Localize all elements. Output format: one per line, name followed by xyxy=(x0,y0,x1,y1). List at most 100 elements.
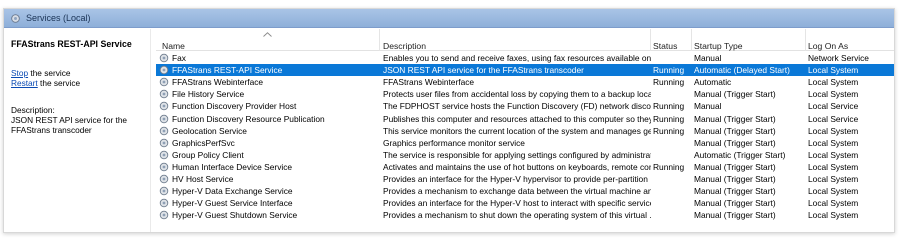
service-status-cell: Running xyxy=(653,77,685,88)
service-description-cell: Protects user files from accidental loss… xyxy=(383,89,651,100)
service-log-on-as-cell: Local System xyxy=(808,65,859,76)
column-divider[interactable] xyxy=(805,29,806,51)
service-description-cell: Enables you to send and receive faxes, u… xyxy=(383,53,651,63)
service-gear-icon xyxy=(159,77,169,87)
service-startup-type-cell: Manual xyxy=(694,53,722,63)
service-gear-icon xyxy=(159,174,169,184)
service-name-cell: FFAStrans REST-API Service xyxy=(172,65,283,76)
service-log-on-as-cell: Local Service xyxy=(808,101,859,112)
service-name-cell: HV Host Service xyxy=(172,174,234,184)
table-row[interactable]: GraphicsPerfSvc Graphics performance moni… xyxy=(156,137,894,149)
service-gear-icon xyxy=(159,65,169,75)
restart-service-link[interactable]: Restart xyxy=(11,78,38,88)
sort-ascending-icon xyxy=(263,32,272,37)
service-startup-type-cell: Manual (Trigger Start) xyxy=(694,125,776,136)
service-log-on-as-cell: Local System xyxy=(808,161,859,172)
service-log-on-as-cell: Local System xyxy=(808,89,859,100)
stop-service-suffix: the service xyxy=(28,68,71,78)
service-status-cell: Running xyxy=(653,101,685,112)
service-name-cell: Hyper-V Guest Shutdown Service xyxy=(172,210,298,221)
column-divider[interactable] xyxy=(691,29,692,51)
service-status-cell: Running xyxy=(653,125,685,136)
table-row[interactable]: Hyper-V Guest Shutdown Service Provides a… xyxy=(156,209,894,221)
service-status-cell: Running xyxy=(653,113,685,124)
service-description-cell: The service is responsible for applying … xyxy=(383,149,651,160)
service-gear-icon xyxy=(159,53,169,63)
restart-service-action: Restart the service xyxy=(11,78,80,88)
column-header-description[interactable]: Description xyxy=(383,41,426,51)
column-header-status[interactable]: Status xyxy=(653,41,677,51)
service-description-cell: Provides an interface for the Hyper-V hy… xyxy=(383,174,651,184)
service-startup-type-cell: Manual (Trigger Start) xyxy=(694,161,776,172)
service-gear-icon xyxy=(159,90,169,99)
service-name-cell: Human Interface Device Service xyxy=(172,161,293,172)
description-label: Description: xyxy=(11,105,55,115)
table-row[interactable]: Fax Enables you to send and receive faxes… xyxy=(156,52,894,64)
window-titlebar: Services (Local) xyxy=(4,9,894,28)
table-row[interactable]: FFAStrans REST-API Service JSON REST API … xyxy=(156,64,894,77)
service-description-cell: Provides a mechanism to shut down the op… xyxy=(383,210,651,221)
services-table: Name Description Status Startup Type Log… xyxy=(156,29,894,232)
service-gear-icon xyxy=(159,114,169,123)
service-status-cell: Running xyxy=(653,65,685,76)
table-header: Name Description Status Startup Type Log… xyxy=(156,29,894,51)
column-header-startup-type[interactable]: Startup Type xyxy=(694,41,743,51)
table-row[interactable]: File History Service Protects user files … xyxy=(156,88,894,100)
service-log-on-as-cell: Local Service xyxy=(808,113,859,124)
service-startup-type-cell: Manual (Trigger Start) xyxy=(694,198,776,209)
service-log-on-as-cell: Local System xyxy=(808,174,859,184)
service-log-on-as-cell: Local System xyxy=(808,149,859,160)
service-name-cell: GraphicsPerfSvc xyxy=(172,137,235,148)
service-name-cell: Fax xyxy=(172,53,186,63)
service-name-cell: Hyper-V Guest Service Interface xyxy=(172,198,293,209)
service-startup-type-cell: Manual (Trigger Start) xyxy=(694,210,776,221)
service-startup-type-cell: Manual (Trigger Start) xyxy=(694,113,776,124)
table-row[interactable]: Group Policy Client The service is respon… xyxy=(156,149,894,161)
service-description-cell: This service monitors the current locati… xyxy=(383,125,651,136)
table-row[interactable]: Human Interface Device Service Activates … xyxy=(156,161,894,173)
service-name-cell: File History Service xyxy=(172,89,245,100)
window-title: Services (Local) xyxy=(26,13,91,23)
service-startup-type-cell: Automatic (Trigger Start) xyxy=(694,149,786,160)
service-startup-type-cell: Manual (Trigger Start) xyxy=(694,137,776,148)
table-row[interactable]: Function Discovery Provider Host The FDPH… xyxy=(156,100,894,112)
service-log-on-as-cell: Local System xyxy=(808,125,859,136)
service-gear-icon xyxy=(159,162,169,172)
service-name-cell: Hyper-V Data Exchange Service xyxy=(172,186,293,197)
service-description-cell: Provides a mechanism to exchange data be… xyxy=(383,186,651,197)
stop-service-action: Stop the service xyxy=(11,68,71,78)
column-header-log-on-as[interactable]: Log On As xyxy=(808,41,848,51)
service-gear-icon xyxy=(159,186,169,196)
table-row[interactable]: Hyper-V Guest Service Interface Provides … xyxy=(156,197,894,209)
table-row[interactable]: Hyper-V Data Exchange Service Provides a … xyxy=(156,185,894,197)
service-description-cell: JSON REST API service for the FFAStrans … xyxy=(383,65,584,76)
service-name-cell: Group Policy Client xyxy=(172,149,244,160)
service-startup-type-cell: Manual (Trigger Start) xyxy=(694,174,776,184)
service-log-on-as-cell: Local System xyxy=(808,77,859,88)
service-gear-icon xyxy=(159,211,169,220)
service-name-cell: Geolocation Service xyxy=(172,125,247,136)
stop-service-link[interactable]: Stop xyxy=(11,68,28,78)
gear-icon xyxy=(11,14,20,23)
service-startup-type-cell: Automatic (Delayed Start) xyxy=(694,65,790,76)
service-log-on-as-cell: Network Service xyxy=(808,53,869,63)
column-divider[interactable] xyxy=(650,29,651,51)
service-description-cell: Graphics performance monitor service xyxy=(383,137,525,148)
service-details-panel: FFAStrans REST-API Service Stop the serv… xyxy=(4,29,151,232)
column-divider[interactable] xyxy=(379,29,380,51)
restart-service-suffix: the service xyxy=(37,78,81,88)
table-row[interactable]: FFAStrans Webinterface FFAStrans Webinter… xyxy=(156,76,894,88)
table-row[interactable]: Function Discovery Resource Publication P… xyxy=(156,113,894,125)
service-log-on-as-cell: Local System xyxy=(808,210,859,221)
service-description-cell: Activates and maintains the use of hot b… xyxy=(383,161,651,172)
service-description-cell: The FDPHOST service hosts the Function D… xyxy=(383,101,651,112)
service-log-on-as-cell: Local System xyxy=(808,137,859,148)
service-gear-icon xyxy=(159,198,169,208)
service-startup-type-cell: Manual (Trigger Start) xyxy=(694,89,776,100)
column-header-name[interactable]: Name xyxy=(162,41,185,51)
table-row[interactable]: HV Host Service Provides an interface for… xyxy=(156,173,894,185)
table-row[interactable]: Geolocation Service This service monitors… xyxy=(156,125,894,137)
service-status-cell: Running xyxy=(653,161,685,172)
service-description-cell: FFAStrans Webinterface xyxy=(383,77,475,88)
service-name-cell: FFAStrans Webinterface xyxy=(172,77,264,88)
